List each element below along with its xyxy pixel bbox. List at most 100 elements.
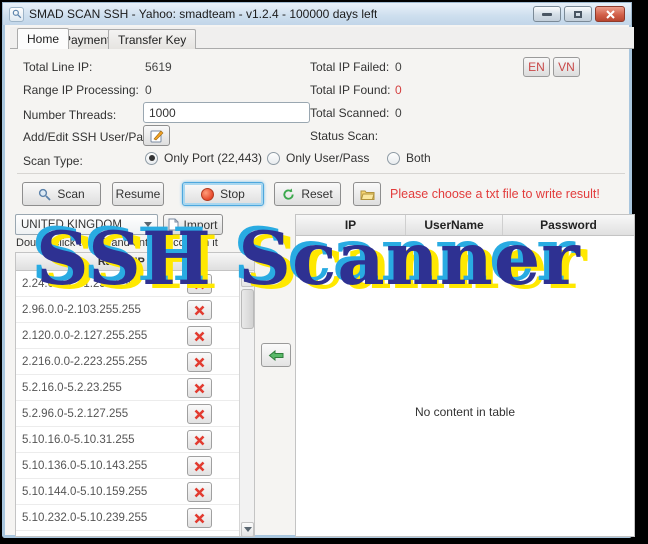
ip-range-text: 5.10.232.0-5.10.239.255 <box>22 512 147 524</box>
total-ip-found-label: Total IP Found: <box>310 83 391 97</box>
total-ip-failed-value: 0 <box>395 60 402 74</box>
total-scanned-label: Total Scanned: <box>310 106 389 120</box>
ip-range-row[interactable]: 2.24.0.0-2.31.255.255 <box>16 271 254 297</box>
stop-circle-icon <box>201 188 214 201</box>
column-password[interactable]: Password <box>503 215 634 235</box>
title-bar[interactable]: SMAD SCAN SSH - Yahoo: smadteam - v1.2.4… <box>2 2 632 25</box>
red-x-icon <box>194 383 205 394</box>
delete-range-button[interactable] <box>187 378 212 398</box>
tab-transfer-key[interactable]: Transfer Key <box>108 29 196 49</box>
delete-range-button[interactable] <box>187 326 212 346</box>
ip-range-row[interactable]: 5.2.16.0-5.2.23.255 <box>16 375 254 401</box>
country-select[interactable]: UNITED KINGDOM <box>15 214 158 235</box>
radio-only-port[interactable]: Only Port (22,443) <box>145 151 262 165</box>
delete-range-button[interactable] <box>187 456 212 476</box>
radio-both[interactable]: Both <box>387 151 431 165</box>
delete-range-button[interactable] <box>187 404 212 424</box>
window-title: SMAD SCAN SSH - Yahoo: smadteam - v1.2.4… <box>29 7 377 21</box>
red-x-icon <box>194 305 205 316</box>
ip-list-scrollbar[interactable] <box>239 271 254 537</box>
ip-range-row[interactable]: 2.216.0.0-2.223.255.255 <box>16 349 254 375</box>
red-x-icon <box>194 409 205 420</box>
ip-range-text: 2.24.0.0-2.31.255.255 <box>22 278 135 290</box>
magnifier-icon <box>38 188 51 201</box>
ip-range-row[interactable]: 5.2.96.0-5.2.127.255 <box>16 401 254 427</box>
delete-range-button[interactable] <box>187 430 212 450</box>
empty-table-message: No content in table <box>296 405 634 419</box>
tab-strip: Home Payment Transfer Key <box>10 27 634 49</box>
choose-result-file-button[interactable] <box>353 182 381 206</box>
delete-range-button[interactable] <box>187 300 212 320</box>
form-divider <box>17 173 625 174</box>
move-left-button[interactable] <box>261 343 291 367</box>
delete-range-button[interactable] <box>187 508 212 528</box>
restore-button[interactable] <box>564 6 592 22</box>
number-threads-input[interactable] <box>143 102 310 123</box>
ip-range-row[interactable]: 5.10.136.0-5.10.143.255 <box>16 453 254 479</box>
ip-range-text: 5.2.16.0-5.2.23.255 <box>22 382 122 394</box>
delete-range-button[interactable] <box>187 274 212 294</box>
document-icon <box>168 218 179 231</box>
red-x-icon <box>194 513 205 524</box>
resume-button[interactable]: Resume <box>112 182 164 206</box>
stop-button-label: Stop <box>220 187 245 201</box>
ip-range-text: 5.2.96.0-5.2.127.255 <box>22 408 128 420</box>
radio-selected-icon <box>145 152 158 165</box>
minimize-button[interactable] <box>533 6 561 22</box>
red-x-icon <box>194 487 205 498</box>
scroll-up-icon[interactable] <box>241 272 254 287</box>
ip-range-row[interactable]: 5.10.16.0-5.10.31.255 <box>16 427 254 453</box>
open-folder-icon <box>360 188 375 201</box>
red-x-icon <box>194 461 205 472</box>
edit-pencil-icon <box>150 129 164 143</box>
results-table-header: IP UserName Password <box>296 215 634 236</box>
results-table: IP UserName Password No content in table <box>295 214 635 537</box>
red-x-icon <box>194 279 205 290</box>
app-magnifier-icon <box>9 7 24 22</box>
stop-button[interactable]: Stop <box>182 182 264 206</box>
column-username[interactable]: UserName <box>406 215 503 235</box>
ip-range-text: 5.10.16.0-5.10.31.255 <box>22 434 135 446</box>
scrollbar-thumb[interactable] <box>241 289 254 329</box>
edit-userpass-button[interactable] <box>143 125 170 146</box>
addedit-sshuserpass-label: Add/Edit SSH User/Pass: <box>23 130 158 144</box>
scroll-down-icon[interactable] <box>241 522 254 537</box>
total-scanned-value: 0 <box>395 106 402 120</box>
radio-only-userpass-label: Only User/Pass <box>286 151 369 165</box>
refresh-icon <box>282 188 295 201</box>
ip-range-row[interactable]: 5.10.232.0-5.10.239.255 <box>16 505 254 531</box>
total-ip-failed-label: Total IP Failed: <box>310 60 389 74</box>
lang-en-button[interactable]: EN <box>523 57 550 77</box>
delete-range-button[interactable] <box>187 352 212 372</box>
arrow-left-icon <box>268 350 284 361</box>
ip-range-text: 5.10.144.0-5.10.159.255 <box>22 486 147 498</box>
ip-range-text: 2.216.0.0-2.223.255.255 <box>22 356 147 368</box>
red-x-icon <box>194 357 205 368</box>
ip-range-panel: Range IP or IP 2.24.0.0-2.31.255.255 2.96… <box>15 252 255 537</box>
ip-list-hint: Double click to edit and enter to confir… <box>16 237 218 249</box>
tab-home[interactable]: Home <box>17 28 69 49</box>
scan-button-label: Scan <box>57 187 84 201</box>
scan-button[interactable]: Scan <box>22 182 101 206</box>
chevron-down-icon <box>144 222 152 227</box>
lang-vn-button[interactable]: VN <box>553 57 580 77</box>
screenshot-stage: Home Payment Transfer Key Total Line IP:… <box>0 0 648 544</box>
ip-range-list-header[interactable]: Range IP or IP <box>16 253 254 271</box>
reset-button[interactable]: Reset <box>274 182 341 206</box>
reset-button-label: Reset <box>301 187 332 201</box>
ip-range-row[interactable]: 5.10.144.0-5.10.159.255 <box>16 479 254 505</box>
column-ip[interactable]: IP <box>296 215 406 235</box>
total-line-ip-value: 5619 <box>145 60 172 74</box>
total-ip-found-value: 0 <box>395 83 402 97</box>
result-file-warning: Please choose a txt file to write result… <box>390 187 600 201</box>
radio-only-userpass[interactable]: Only User/Pass <box>267 151 369 165</box>
total-line-ip-label: Total Line IP: <box>23 60 92 74</box>
ip-range-text: 2.120.0.0-2.127.255.255 <box>22 330 147 342</box>
delete-range-button[interactable] <box>187 482 212 502</box>
ip-range-row[interactable]: 2.120.0.0-2.127.255.255 <box>16 323 254 349</box>
import-button[interactable]: Import <box>163 214 223 235</box>
ip-range-row[interactable]: 2.96.0.0-2.103.255.255 <box>16 297 254 323</box>
range-ip-processing-label: Range IP Processing: <box>23 83 139 97</box>
close-button[interactable] <box>595 6 625 22</box>
country-select-value: UNITED KINGDOM <box>21 219 122 231</box>
